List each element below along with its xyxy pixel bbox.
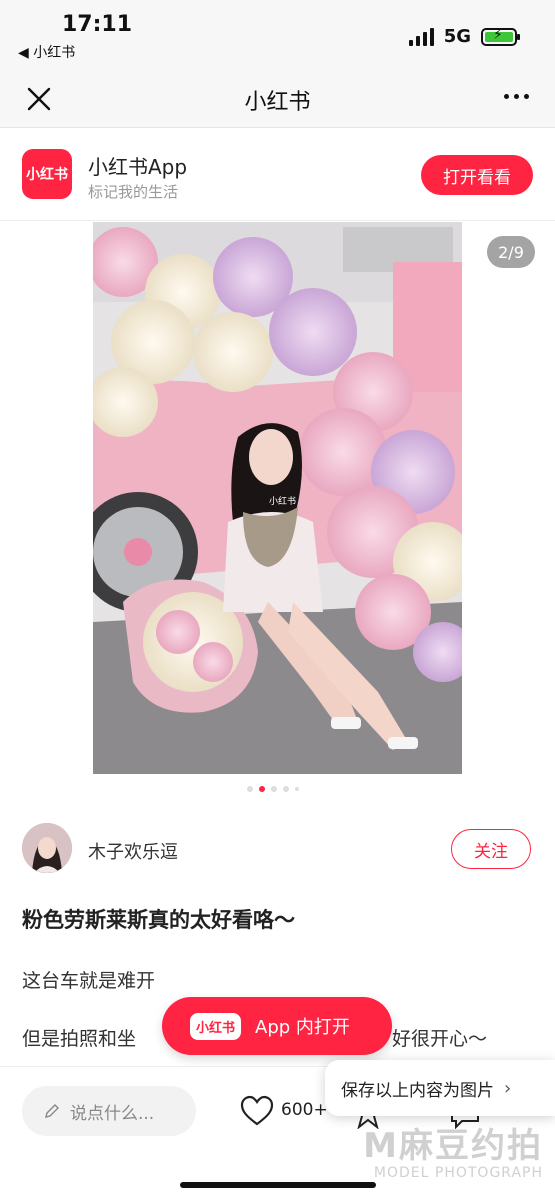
app-tagline: 标记我的生活 [88, 183, 179, 201]
app-logo: 小红书 [22, 149, 72, 199]
post-title: 粉色劳斯莱斯真的太好看咯～ [22, 908, 295, 932]
site-watermark: M麻豆约拍 MODEL PHOTOGRAPH [363, 1118, 543, 1181]
status-bar: 17:11 ◀ 小红书 5G ⚡ [0, 0, 555, 70]
photo-illustration: 小红书 [93, 222, 462, 774]
heart-icon[interactable] [240, 1095, 274, 1127]
author-name[interactable]: 木子欢乐逗 [88, 838, 178, 864]
watermark-sub: MODEL PHOTOGRAPH [373, 1165, 543, 1181]
carousel-dots [247, 786, 299, 792]
save-as-image-label: 保存以上内容为图片 [341, 1080, 494, 1101]
photo-watermark: 小红书 [269, 495, 296, 506]
author-avatar[interactable] [22, 823, 72, 873]
open-in-app-button[interactable]: 小红书 App 内打开 [162, 997, 392, 1055]
comment-input[interactable]: 说点什么... [22, 1086, 196, 1136]
carousel-dot[interactable] [283, 786, 289, 792]
carousel-dot[interactable] [295, 787, 299, 791]
app-name: 小红书App [88, 155, 188, 179]
page-title: 小红书 [244, 90, 311, 115]
pill-label: App 内打开 [255, 1017, 350, 1038]
charging-icon: ⚡ [493, 26, 503, 43]
carousel-dot[interactable] [271, 786, 277, 792]
back-to-app-link[interactable]: ◀ 小红书 [18, 42, 75, 62]
app-banner: 小红书 小红书App 标记我的生活 打开看看 [0, 129, 555, 221]
like-count: 600+ [281, 1100, 328, 1120]
watermark-main: M麻豆约拍 [363, 1126, 543, 1166]
nav-bar: 小红书 [0, 70, 555, 128]
carousel-dot-active[interactable] [259, 786, 265, 792]
pencil-icon [45, 1104, 59, 1118]
post-body-line-1: 这台车就是难开 [22, 970, 156, 992]
post-photo[interactable]: 小红书 [93, 222, 462, 774]
post-body-line-2-left: 但是拍照和坐 [22, 1028, 137, 1050]
follow-button[interactable]: 关注 [451, 829, 531, 869]
open-app-button[interactable]: 打开看看 [421, 155, 533, 195]
signal-icon [408, 27, 434, 46]
more-icon[interactable] [504, 94, 529, 99]
post-body-line-2-right: 好很开心～ [392, 1028, 488, 1050]
chevron-right-icon: › [504, 1077, 512, 1099]
status-indicators: 5G ⚡ [408, 26, 520, 47]
home-indicator[interactable] [180, 1182, 376, 1188]
save-as-image-button[interactable]: 保存以上内容为图片 › [325, 1060, 555, 1116]
pill-logo: 小红书 [190, 1012, 242, 1040]
carousel-dot[interactable] [247, 786, 253, 792]
battery-icon: ⚡ [481, 26, 520, 46]
comment-placeholder: 说点什么... [70, 1103, 155, 1124]
network-type: 5G [443, 26, 471, 47]
image-page-counter: 2/9 [487, 236, 535, 268]
status-time: 17:11 [62, 12, 133, 37]
